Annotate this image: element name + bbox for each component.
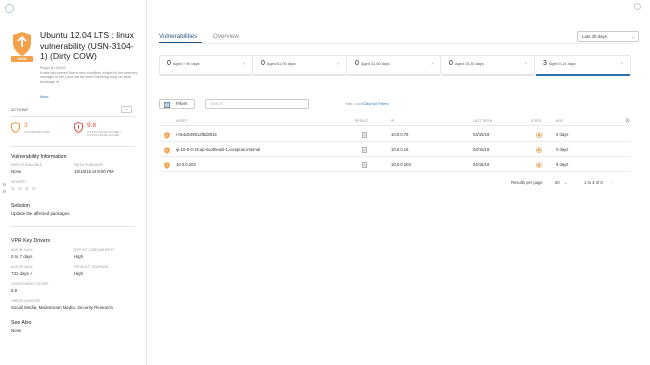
asset-shield-icon — [164, 146, 170, 154]
severity-badge: HIGH — [11, 31, 33, 64]
patch-published-field: PATCH PUBLISHED 10/18/16 at 8:00 PM — [74, 163, 114, 174]
asset-name[interactable]: i-0e4d249513f8d3915 — [176, 132, 217, 137]
divider — [11, 116, 135, 117]
severity-field: SEVERITY ⊙ ⊙ ⊙ ⊙ — [11, 180, 37, 191]
column-ip[interactable]: IP — [391, 119, 394, 123]
solution-heading: Solution — [11, 203, 30, 209]
metric-value: 3 — [24, 122, 28, 129]
actions-menu-button[interactable]: ... — [121, 106, 132, 113]
last-seen-value: 04/15/19 — [473, 162, 490, 167]
shield-icon — [11, 122, 20, 133]
vulnerability-title: Ubuntu 12.04 LTS : linux vulnerability (… — [40, 30, 134, 61]
state-open-icon — [536, 162, 542, 168]
chevron-right-icon: › — [431, 61, 433, 67]
tab-overview[interactable]: Overview — [213, 33, 239, 40]
column-asset[interactable]: ASSET — [176, 119, 187, 123]
gear-icon[interactable] — [625, 118, 630, 123]
vulnerability-description: It was discovered that a race condition … — [40, 71, 138, 84]
age-bucket[interactable]: 0 Aged 31-60 days › — [348, 56, 441, 76]
age-bucket[interactable]: 0 Aged 15-30 days › — [442, 56, 535, 76]
column-result[interactable]: RESULT — [355, 119, 369, 123]
vulnerability-info-heading: Vulnerability Information — [11, 154, 67, 160]
state-open-icon — [536, 147, 542, 153]
result-document-icon[interactable] — [362, 131, 367, 138]
table-row[interactable]: ip-10-0-0-16.ap-southeast-1.compute.inte… — [159, 143, 631, 157]
vpr-field: AGE OF VULN 731 days + — [11, 265, 33, 276]
result-document-icon[interactable] — [362, 161, 367, 168]
chevron-right-icon: › — [525, 61, 527, 67]
chevron-down-icon: ⌄ — [631, 34, 635, 39]
metric-value: 9.8 — [87, 122, 97, 129]
tab-vulnerabilities[interactable]: Vulnerabilities — [159, 33, 197, 40]
age-value: 0 days — [556, 132, 569, 137]
warning-shield-icon — [74, 122, 83, 133]
next-page-icon[interactable]: › — [612, 180, 613, 185]
age-bucket[interactable]: 0 Aged 61-90 days › — [254, 56, 347, 76]
see-also-value: None — [11, 328, 22, 333]
vpr-field: THREAT SOURCES Social Media, Mainstream … — [11, 299, 114, 310]
filters-button[interactable]: Filters — [159, 99, 195, 109]
metric-label: CVSSV3 BASE SCORE / CVSSV3 BASE SCORE — [87, 130, 121, 138]
chevron-right-icon: › — [337, 61, 339, 67]
date-range-select[interactable]: Last 30 days ⌄ — [577, 31, 639, 42]
chevron-right-icon: › — [621, 61, 623, 67]
table-header: ASSET RESULT IP LAST SEEN STATE AGE — [159, 118, 631, 126]
plugin-id: Plugin ID 94153 — [40, 66, 66, 70]
filter-icon — [164, 101, 170, 108]
vpr-field: CVSSV3 IMPACT SCORE 5.9 — [11, 282, 49, 293]
solution-text: Update the affected packages. — [11, 211, 71, 216]
more-link[interactable]: More — [40, 95, 49, 99]
column-state[interactable]: STATE — [531, 119, 542, 123]
page-range: 1 to 3 of 3 — [584, 180, 603, 185]
ip-value: 10.0.0.16 — [391, 147, 409, 152]
shield-icon — [13, 32, 31, 56]
age-filter-strip: 0 Aged > 90 days › 0 Aged 61-90 days › 0… — [159, 55, 631, 76]
rail-dot-icon[interactable] — [3, 190, 6, 193]
age-value: 0 days — [556, 147, 569, 152]
help-icon[interactable] — [634, 3, 641, 10]
vpr-heading: VPR Key Drivers — [11, 238, 50, 244]
chevron-down-icon[interactable]: ⌄ — [564, 180, 568, 185]
search-input[interactable]: Search — [205, 99, 309, 109]
vpr-field: AGE OF VULN 0 to 7 days — [11, 248, 33, 259]
asset-name[interactable]: ip-10-0-0-16.ap-southeast-1.compute.inte… — [176, 147, 260, 152]
filter-bar: Filters Search Filter Count: 1 Clear All… — [159, 99, 631, 109]
chevron-right-icon: › — [243, 61, 245, 67]
divider — [159, 43, 631, 44]
column-last-seen[interactable]: LAST SEEN — [473, 119, 492, 123]
divider — [11, 226, 135, 227]
vpr-field: EXPLOIT CODE MATURITY High — [74, 248, 115, 259]
asset-shield-icon — [164, 131, 170, 139]
table-row[interactable]: i-0e4d249513f8d3915 10.0.0.78 04/15/19 0… — [159, 128, 631, 142]
ip-value: 10.0.0.78 — [391, 132, 409, 137]
side-rail — [3, 183, 8, 197]
age-bucket[interactable]: 3 Aged 0-14 days › — [536, 56, 630, 76]
actions-label: ACTIONS — [11, 108, 28, 112]
table-row[interactable]: 10.0.0.203 10.0.0.203 04/15/19 0 days — [159, 158, 631, 172]
column-age[interactable]: AGE — [556, 119, 563, 123]
last-seen-value: 04/15/19 — [473, 132, 490, 137]
metric-label: VULNERABILITIES — [24, 130, 51, 134]
results-per-page-label: Results per page — [511, 180, 543, 185]
last-seen-value: 04/15/19 — [473, 147, 490, 152]
per-page-select[interactable]: 50 — [555, 180, 560, 185]
vpr-field: PRODUCT COVERAGE High — [74, 265, 109, 276]
severity-label: HIGH — [11, 56, 33, 62]
ip-value: 10.0.0.203 — [391, 162, 411, 167]
divider — [11, 146, 135, 147]
severity-icons: ⊙ ⊙ ⊙ ⊙ — [11, 185, 37, 191]
age-value: 0 days — [556, 162, 569, 167]
age-bucket[interactable]: 0 Aged > 90 days › — [160, 56, 253, 76]
asset-name[interactable]: 10.0.0.203 — [176, 162, 196, 167]
result-document-icon[interactable] — [362, 146, 367, 153]
clear-filters-link[interactable]: Clear All Filters — [363, 102, 389, 106]
exploit-available-field: EXPLOIT AVAILABLE None — [11, 163, 42, 174]
asset-shield-icon — [164, 161, 170, 169]
vulnerability-details-panel: HIGH Ubuntu 12.04 LTS : linux vulnerabil… — [0, 0, 147, 365]
state-open-icon — [536, 132, 542, 138]
see-also-heading: See Also — [11, 320, 32, 326]
rail-dot-icon[interactable] — [3, 183, 6, 186]
